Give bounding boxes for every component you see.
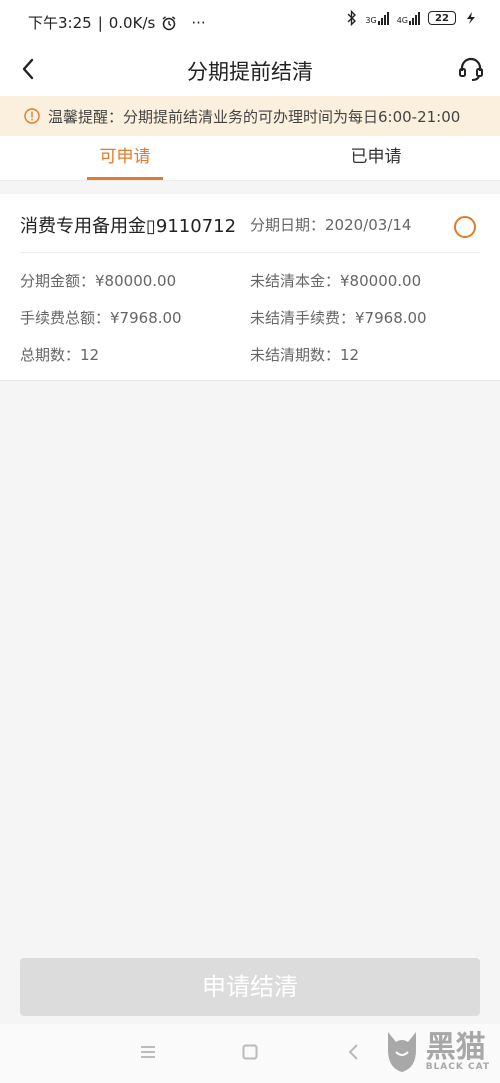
date-value: 2020/03/14 bbox=[325, 216, 412, 234]
watermark-text: 黑猫 BLACK CAT bbox=[425, 1029, 490, 1072]
customer-service-icon[interactable] bbox=[456, 54, 486, 84]
unpaid-periods: 未结清期数：12 bbox=[250, 344, 359, 365]
status-separator: | bbox=[97, 13, 103, 32]
amount-label: 分期金额： bbox=[20, 272, 96, 290]
net-3g-label: 3G bbox=[365, 16, 377, 25]
status-time: 下午3:25 bbox=[28, 14, 92, 32]
back-icon[interactable] bbox=[344, 1042, 364, 1062]
page-title: 分期提前结清 bbox=[187, 60, 313, 84]
status-speed: 0.0K/s bbox=[108, 13, 156, 32]
battery-indicator: 22 bbox=[428, 11, 456, 25]
watermark: 黑猫 BLACK CAT bbox=[382, 1028, 490, 1076]
status-more: ··· bbox=[191, 13, 206, 32]
menu-icon[interactable] bbox=[138, 1042, 158, 1062]
alarm-icon bbox=[162, 15, 176, 30]
cat-logo-icon bbox=[387, 1032, 416, 1072]
signal-icon bbox=[377, 11, 389, 25]
info-icon bbox=[24, 108, 40, 124]
home-icon[interactable] bbox=[240, 1042, 260, 1062]
watermark-cn: 黑猫 bbox=[425, 1029, 486, 1065]
battery-level: 22 bbox=[435, 12, 449, 24]
fee-total: 手续费总额：¥7968.00 bbox=[20, 307, 182, 328]
notice-text: 温馨提醒：分期提前结清业务的可办理时间为每日6:00-21:00 bbox=[48, 107, 461, 126]
date-label: 分期日期： bbox=[250, 216, 326, 234]
unpaid-fee-value: ¥7968.00 bbox=[355, 309, 427, 327]
tab-applied[interactable]: 已申请 bbox=[338, 136, 414, 180]
signal-4g: 4G bbox=[397, 11, 420, 25]
watermark-en: BLACK CAT bbox=[425, 1061, 490, 1072]
header-bar: 分期提前结清 bbox=[0, 44, 500, 96]
amount-value: ¥80000.00 bbox=[95, 272, 177, 290]
unpaid-fee: 未结清手续费：¥7968.00 bbox=[250, 307, 427, 328]
fee-total-label: 手续费总额： bbox=[20, 309, 111, 327]
installment-amount: 分期金额：¥80000.00 bbox=[20, 270, 176, 291]
unpaid-periods-label: 未结清期数： bbox=[250, 346, 341, 364]
total-periods: 总期数：12 bbox=[20, 344, 99, 365]
installment-card[interactable]: 消费专用备用金▯9110712 分期日期：2020/03/14 分期金额：¥80… bbox=[0, 194, 500, 381]
select-radio[interactable] bbox=[454, 216, 476, 238]
status-right: 3G 4G 22 bbox=[347, 10, 478, 26]
tab-bar: 可申请 已申请 bbox=[0, 136, 500, 181]
installment-date: 分期日期：2020/03/14 bbox=[250, 214, 411, 235]
unpaid-principal: 未结清本金：¥80000.00 bbox=[250, 270, 421, 291]
apply-settle-button[interactable]: 申请结清 bbox=[20, 958, 480, 1016]
signal-icon bbox=[409, 11, 420, 25]
unpaid-principal-label: 未结清本金： bbox=[250, 272, 341, 290]
unpaid-fee-label: 未结清手续费： bbox=[250, 309, 356, 327]
bluetooth-icon bbox=[347, 10, 357, 26]
status-bar: 下午3:25 | 0.0K/s ··· 3G 4G 22 bbox=[0, 0, 500, 44]
fee-total-value: ¥7968.00 bbox=[110, 309, 182, 327]
net-4g-label: 4G bbox=[396, 16, 408, 25]
charging-icon bbox=[467, 12, 475, 24]
unpaid-periods-value: 12 bbox=[340, 346, 360, 364]
card-divider bbox=[20, 252, 480, 253]
total-periods-value: 12 bbox=[80, 346, 100, 364]
tab-applicable[interactable]: 可申请 bbox=[87, 136, 163, 180]
notice-banner: 温馨提醒：分期提前结清业务的可办理时间为每日6:00-21:00 bbox=[0, 96, 500, 136]
signal-3g: 3G bbox=[365, 11, 389, 25]
card-title: 消费专用备用金▯9110712 bbox=[20, 216, 237, 237]
unpaid-principal-value: ¥80000.00 bbox=[340, 272, 422, 290]
status-left: 下午3:25 | 0.0K/s ··· bbox=[28, 12, 206, 33]
total-periods-label: 总期数： bbox=[20, 346, 81, 364]
